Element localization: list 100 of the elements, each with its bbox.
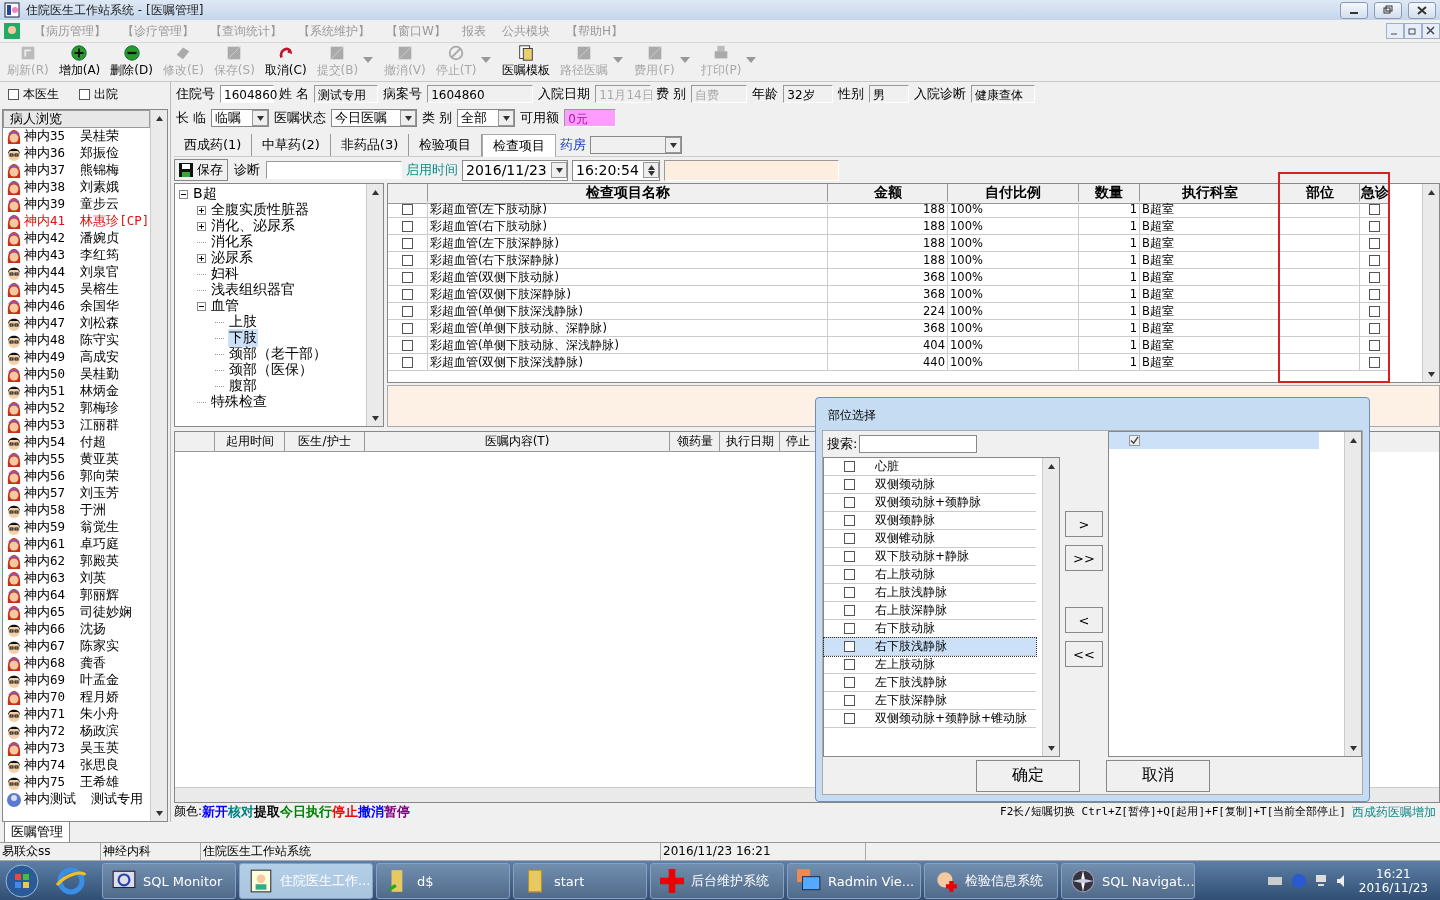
taskbar-button[interactable]: start (513, 863, 647, 899)
network-icon[interactable] (1314, 873, 1327, 889)
checkbox[interactable] (844, 587, 855, 598)
patient-item[interactable]: 神内59 翁觉生 (3, 519, 150, 536)
patient-item[interactable]: 神内69 叶孟金 (3, 672, 150, 689)
collapse-icon[interactable] (179, 189, 188, 199)
toolbar-button[interactable]: 医嘱模板 (497, 44, 556, 81)
list-item[interactable]: 双侧颈动脉+颈静脉+锥动脉 (824, 710, 1036, 728)
clock[interactable]: 16:21 2016/11/23 (1358, 867, 1428, 895)
scrollbar[interactable] (1042, 458, 1059, 756)
move-button[interactable]: << (1065, 641, 1103, 667)
patient-item[interactable]: 神内56 郭向荣 (3, 468, 150, 485)
tree-item[interactable]: 浅表组织器官 (210, 281, 296, 299)
patient-item[interactable]: 神内49 高成安 (3, 349, 150, 366)
checkbox[interactable] (844, 695, 855, 706)
checkbox[interactable] (844, 641, 855, 652)
patient-item[interactable]: 神内66 沈扬 (3, 621, 150, 638)
tree-item[interactable]: 泌尿系 (210, 249, 254, 267)
date-picker[interactable]: 2016/11/23 (462, 159, 568, 181)
patient-item[interactable]: 神内63 刘英 (3, 570, 150, 587)
patient-item[interactable]: 神内50 吴桂勤 (3, 366, 150, 383)
list-item[interactable]: 右上肢动脉 (824, 566, 1036, 584)
patient-item[interactable]: 神内72 杨政滨 (3, 723, 150, 740)
checkbox[interactable] (844, 479, 855, 490)
up-arrow-icon[interactable] (647, 164, 655, 170)
patient-item[interactable]: 神内42 潘婉贞 (3, 230, 150, 247)
checkbox[interactable] (402, 356, 413, 368)
patient-item[interactable]: 神内46 余国华 (3, 298, 150, 315)
dropdown[interactable]: 临嘱 (211, 109, 270, 127)
checkbox[interactable] (402, 271, 413, 283)
up-arrow-icon[interactable] (155, 115, 163, 121)
checkbox[interactable] (844, 551, 855, 562)
patient-item[interactable]: 神内64 郭丽辉 (3, 587, 150, 604)
move-button[interactable]: >> (1065, 545, 1103, 571)
patient-item[interactable]: 神内67 陈家实 (3, 638, 150, 655)
caret-icon[interactable] (669, 142, 677, 148)
tree-item[interactable]: 颈部（老干部） (228, 345, 328, 363)
search-field[interactable] (859, 435, 978, 453)
collapse-icon[interactable] (197, 301, 206, 311)
up-arrow-icon[interactable] (1427, 189, 1435, 195)
list-item[interactable]: 左下肢浅静脉 (824, 674, 1036, 692)
down-arrow-icon[interactable] (155, 810, 163, 816)
checkbox[interactable] (402, 254, 413, 266)
list-item[interactable]: 心脏 (824, 458, 1036, 476)
checkbox[interactable] (402, 220, 413, 232)
patient-item[interactable]: 神内73 吴玉英 (3, 740, 150, 757)
patient-item[interactable]: 神内68 龚香 (3, 655, 150, 672)
time-spinner[interactable]: 16:20:54 (572, 159, 660, 181)
patient-item[interactable]: 神内37 熊锦梅 (3, 162, 150, 179)
checkbox[interactable] (1369, 220, 1380, 232)
checkbox[interactable] (402, 203, 413, 215)
scrollbar[interactable] (1344, 432, 1361, 756)
list-item[interactable]: 右上肢深静脉 (824, 602, 1036, 620)
tree-item[interactable]: 血管 (210, 297, 240, 315)
scrollbar[interactable] (1422, 184, 1439, 383)
taskbar-button[interactable]: d$ (376, 863, 510, 899)
patient-item[interactable]: 神内38 刘素娥 (3, 179, 150, 196)
tree-item[interactable]: 消化系 (210, 233, 254, 251)
patient-item[interactable]: 神内47 刘松森 (3, 315, 150, 332)
list-item[interactable]: 左上肢动脉 (824, 656, 1036, 674)
patient-item[interactable]: 神内45 吴榕生 (3, 281, 150, 298)
checkbox[interactable] (844, 623, 855, 634)
taskbar-button[interactable]: SQL Navigat... (1061, 863, 1195, 899)
checkbox[interactable] (844, 497, 855, 508)
expand-icon[interactable] (197, 221, 206, 231)
down-arrow-icon[interactable] (1047, 745, 1055, 751)
diagnosis-field[interactable] (266, 161, 402, 179)
up-arrow-icon[interactable] (1047, 463, 1055, 469)
list-item[interactable]: 双侧颈动脉 (824, 476, 1036, 494)
patient-item[interactable]: 神内53 江丽群 (3, 417, 150, 434)
scrollbar[interactable] (150, 110, 167, 821)
checkbox[interactable] (79, 88, 90, 100)
checkbox[interactable] (402, 237, 413, 249)
patient-item[interactable]: 神内36 郑振俭 (3, 145, 150, 162)
dropdown[interactable]: 全部 (457, 109, 516, 127)
checkbox[interactable] (402, 339, 413, 351)
tab[interactable]: 检查项目 (482, 133, 557, 157)
expand-icon[interactable] (197, 205, 206, 215)
checkbox[interactable] (1369, 288, 1380, 300)
tree-item[interactable]: B超 (192, 185, 218, 203)
patient-item[interactable]: 神内39 童步云 (3, 196, 150, 213)
tree-item[interactable]: 全腹实质性脏器 (210, 201, 310, 219)
caret-icon[interactable] (502, 115, 510, 121)
list-item[interactable]: 左下肢深静脉 (824, 692, 1036, 710)
note-field[interactable] (664, 159, 839, 181)
patient-item[interactable]: 神内55 黄亚英 (3, 451, 150, 468)
checkbox[interactable] (1369, 203, 1380, 215)
checkbox[interactable] (844, 677, 855, 688)
checkbox[interactable] (1369, 305, 1380, 317)
list-item[interactable]: 右上肢浅静脉 (824, 584, 1036, 602)
move-button[interactable]: < (1065, 607, 1103, 633)
list-item[interactable]: 双下肢动脉+静脉 (824, 548, 1036, 566)
patient-item[interactable]: 神内65 司徒妙娴 (3, 604, 150, 621)
minimize-button[interactable] (1340, 1, 1368, 19)
patient-item[interactable]: 神内51 林炳金 (3, 383, 150, 400)
caret-icon[interactable] (256, 115, 264, 121)
scrollbar[interactable] (366, 184, 383, 426)
patient-item[interactable]: 神内测试 测试专用 (3, 791, 150, 808)
toolbar-button[interactable]: 增加(A) (53, 44, 106, 81)
patient-item[interactable]: 神内62 郭殿英 (3, 553, 150, 570)
